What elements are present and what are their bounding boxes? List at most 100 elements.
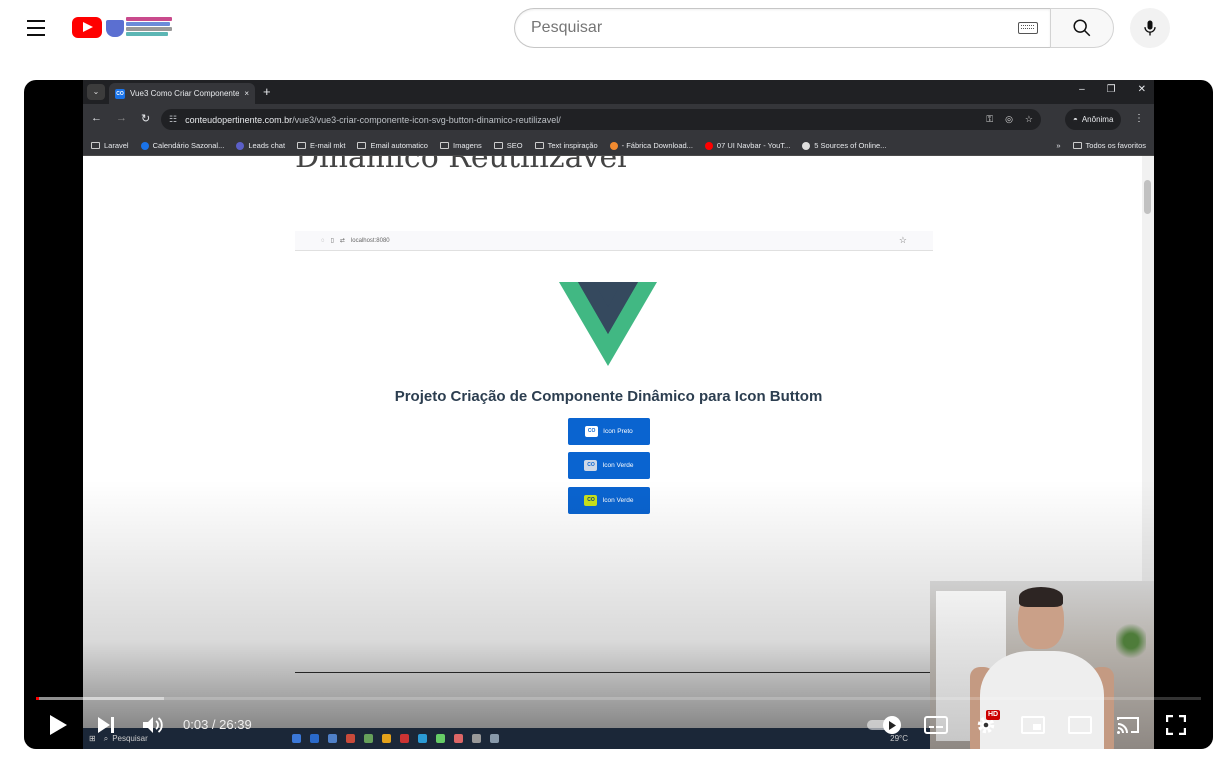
search-icon [1073, 19, 1091, 37]
fullscreen-button[interactable] [1154, 704, 1198, 746]
next-icon [98, 717, 114, 733]
restore-icon: ❐ [1106, 84, 1116, 95]
progress-bar[interactable] [36, 697, 1201, 700]
captured-url-field: ☷ conteudopertinente.com.br/vue3/vue3-cr… [161, 109, 1041, 130]
theater-icon [1068, 716, 1092, 734]
captured-bookmarks-bar: Laravel Calendário Sazonal... Leads chat E-… [83, 136, 1154, 156]
embedded-browser-bar: ◌ ▯ ⇄ localhost:8080 ☆ [295, 231, 933, 251]
menu-icon[interactable] [16, 8, 56, 48]
volume-icon [143, 717, 163, 733]
time-display: 0:03 / 26:39 [183, 717, 252, 732]
kebab-menu-icon: ⋮ [1134, 113, 1144, 124]
bookmark-label: Leads chat [248, 141, 286, 150]
bookmark-label: SEO [506, 141, 523, 150]
autoplay-toggle[interactable] [867, 716, 903, 734]
star-icon: ☆ [1024, 114, 1033, 124]
masthead [0, 0, 1220, 56]
icon-button-label: Icon Preto [603, 428, 633, 435]
vue-logo [559, 282, 657, 366]
minimize-icon: – [1079, 84, 1085, 95]
bookmarks-overflow-icon: » [1056, 141, 1061, 150]
bookmark-item: Laravel [91, 141, 129, 150]
page-heading: Dinâmico Reutilizável [295, 156, 627, 175]
all-bookmarks: Todos os favoritos [1072, 141, 1146, 150]
subtitles-button[interactable] [914, 704, 958, 746]
icon-button: CO Icon Verde [568, 452, 650, 479]
scroll-thumb [1144, 180, 1151, 214]
captured-url: conteudopertinente.com.br/vue3/vue3-cria… [185, 115, 561, 125]
cast-button[interactable] [1106, 704, 1150, 746]
project-title: Projeto Criação de Componente Dinâmico p… [394, 388, 823, 405]
cast-icon [1117, 717, 1139, 734]
page-icon: ▯ [330, 238, 334, 244]
next-button[interactable] [84, 704, 128, 746]
bookmark-label: - Fábrica Download... [621, 141, 693, 150]
captured-address-row: ← → ↻ ☷ conteudopertinente.com.br/vue3/v… [83, 104, 1154, 136]
incognito-icon: ◓ [1073, 115, 1078, 124]
mic-icon [1144, 20, 1156, 36]
miniplayer-button[interactable] [1011, 704, 1055, 746]
bookmark-item: Imagens [439, 141, 482, 150]
search-bar [514, 8, 1114, 48]
new-tab-icon: + [263, 84, 271, 99]
key-icon: ⚿ [986, 114, 994, 124]
folder-icon [91, 142, 100, 149]
hd-badge: HD [986, 710, 1001, 720]
bookmark-item: Leads chat [236, 141, 285, 150]
miniplayer-icon [1021, 716, 1045, 734]
youtube-logo[interactable] [72, 14, 174, 40]
volume-button[interactable] [131, 704, 175, 746]
close-icon: × [244, 89, 249, 98]
captured-tab-strip: ⌄ CO Vue3 Como Criar Componente × + – ❐ … [83, 80, 1154, 104]
bookmarks-right: » Todos os favoritos [1056, 141, 1146, 150]
play-icon [50, 715, 67, 735]
folder-icon [439, 142, 449, 149]
bookmark-label: Laravel [104, 141, 129, 150]
folder-icon [493, 142, 503, 149]
bookmark-label: 07 UI Navbar - YouT... [716, 141, 791, 150]
voice-search-button[interactable] [1130, 8, 1170, 48]
incognito-label: Anônima [1081, 115, 1114, 124]
close-window-icon: ✕ [1137, 84, 1146, 95]
bookmark-label: Email automatico [370, 141, 428, 150]
bookmark-item: 07 UI Navbar - YouT... [704, 141, 791, 150]
video-player[interactable]: ⌄ CO Vue3 Como Criar Componente × + – ❐ … [24, 80, 1213, 749]
url-host: conteudopertinente.com.br [185, 114, 293, 125]
play-button[interactable] [36, 704, 80, 746]
search-box [514, 8, 1050, 48]
theater-mode-button[interactable] [1058, 704, 1102, 746]
search-input[interactable] [531, 19, 1018, 37]
bookmark-item: - Fábrica Download... [609, 141, 693, 150]
search-button[interactable] [1050, 8, 1114, 48]
icon-button-label: Icon Verde [602, 462, 634, 469]
captured-tab-title: Vue3 Como Criar Componente [130, 89, 240, 98]
bookmark-label: 5 Sources of Online... [814, 141, 887, 150]
folder-icon [357, 142, 367, 149]
site-info-icon: ☷ [169, 114, 178, 124]
keyboard-icon[interactable] [1018, 22, 1038, 34]
subtitles-icon [924, 716, 948, 734]
progress-played [36, 697, 40, 700]
bookmark-item: Text inspiração [534, 141, 598, 150]
co-logo-icon: CO [584, 460, 598, 471]
folder-icon [1072, 142, 1082, 149]
logo-doodle [106, 15, 174, 39]
bookmark-label: Imagens [452, 141, 482, 150]
settings-button[interactable]: HD [964, 704, 1008, 746]
incognito-badge: ◓ Anônima [1065, 109, 1122, 130]
site-favicon: CO [115, 88, 125, 99]
bookmark-item: 5 Sources of Online... [802, 141, 886, 150]
bookmark-label: Calendário Sazonal... [152, 141, 225, 150]
favicon-icon [704, 141, 713, 150]
folder-icon [534, 142, 544, 149]
bookmark-item: SEO [493, 141, 523, 150]
bookmark-label: Text inspiração [547, 141, 598, 150]
back-icon: ← [91, 112, 102, 124]
favicon-icon [609, 141, 618, 150]
favicon-icon [140, 141, 149, 150]
url-path: /vue3/vue3-criar-componente-icon-svg-but… [292, 114, 561, 125]
youtube-play-icon [72, 16, 102, 38]
bookmark-item: Email automatico [357, 141, 428, 150]
embedded-url: localhost:8080 [350, 237, 390, 244]
reload-icon: ↻ [141, 113, 151, 125]
